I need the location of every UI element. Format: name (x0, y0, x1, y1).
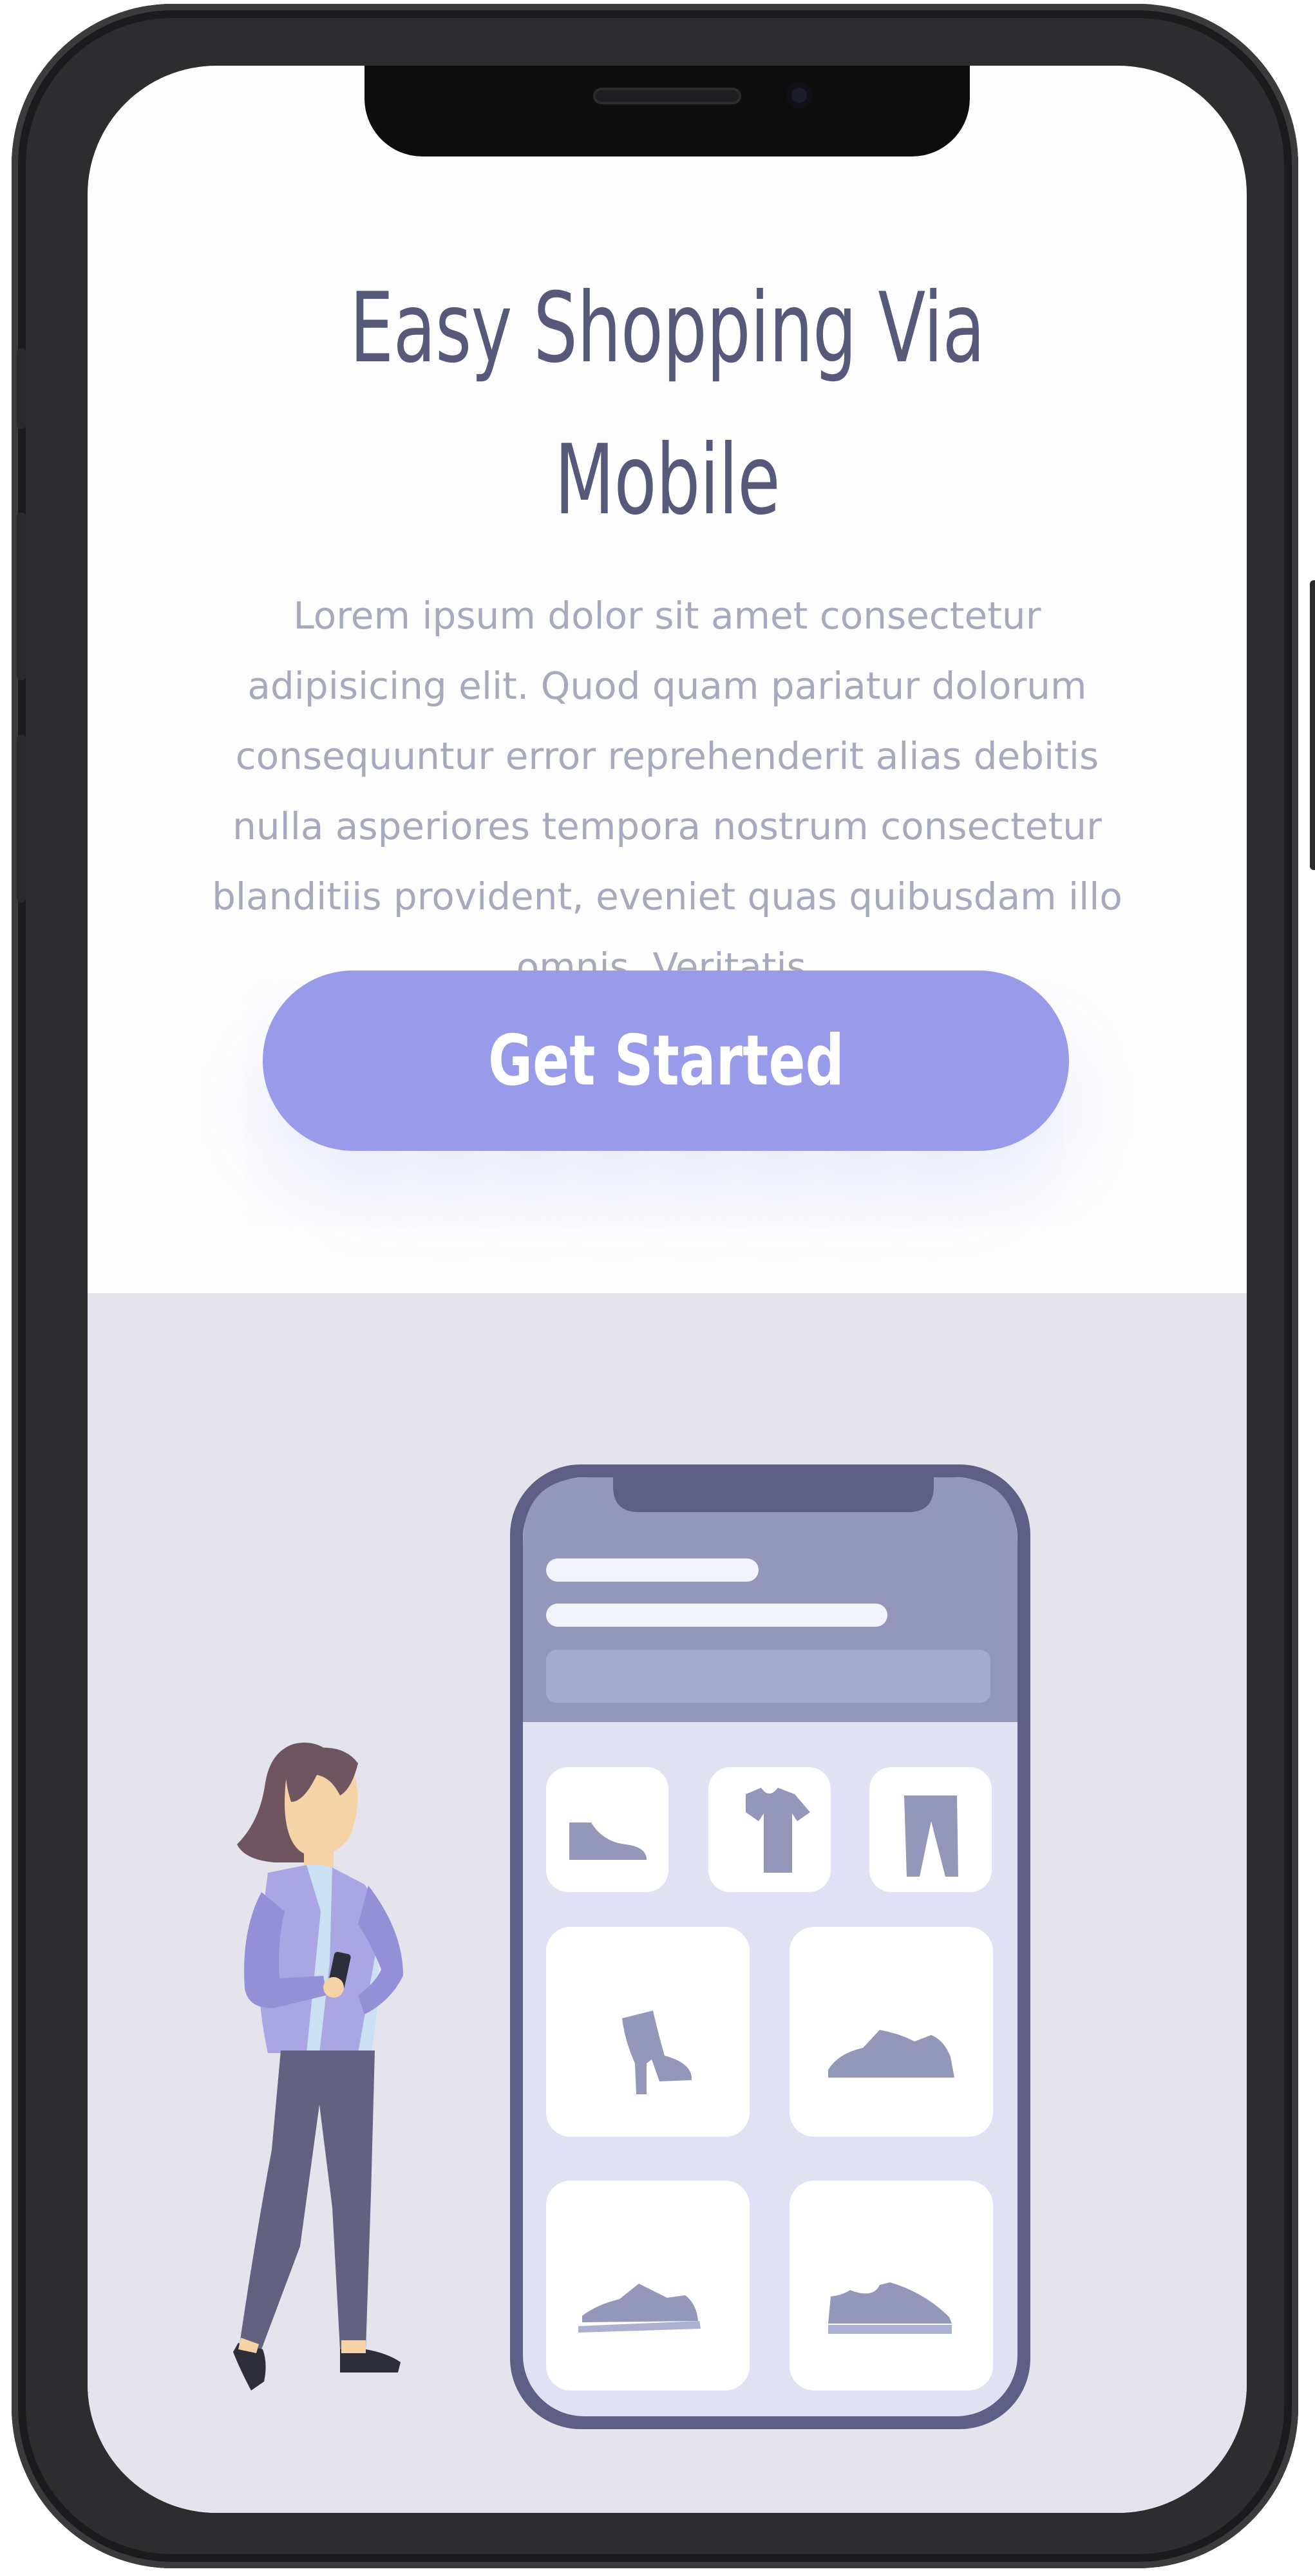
notch (364, 66, 970, 156)
power-button (1310, 580, 1315, 870)
hero-title: Easy Shopping Via Mobile (350, 272, 985, 536)
product-card-shoe[interactable] (546, 1767, 668, 1892)
mute-switch (17, 348, 26, 429)
shopping-illustration (233, 1464, 1030, 2429)
hero-description: Lorem ipsum dolor sit amet consectetur a… (212, 594, 1122, 989)
camera-icon (786, 82, 812, 108)
product-card-sneaker-2[interactable] (546, 2181, 750, 2391)
shopper-figure (233, 1742, 403, 2391)
speaker-icon (593, 88, 741, 104)
device-frame: Easy Shopping Via Mobile Lorem ipsum dol… (12, 4, 1315, 2568)
get-started-label: Get Started (487, 1020, 844, 1101)
volume-up-button (17, 513, 26, 680)
illustration-section (88, 1293, 1247, 2513)
volume-down-button (17, 735, 26, 902)
get-started-button[interactable]: Get Started (263, 971, 1069, 1151)
illustration-phone (510, 1464, 1030, 2429)
device-screen: Easy Shopping Via Mobile Lorem ipsum dol… (88, 66, 1247, 2513)
product-card-pants[interactable] (869, 1767, 992, 1892)
product-card-sneaker-1[interactable] (790, 1927, 993, 2137)
